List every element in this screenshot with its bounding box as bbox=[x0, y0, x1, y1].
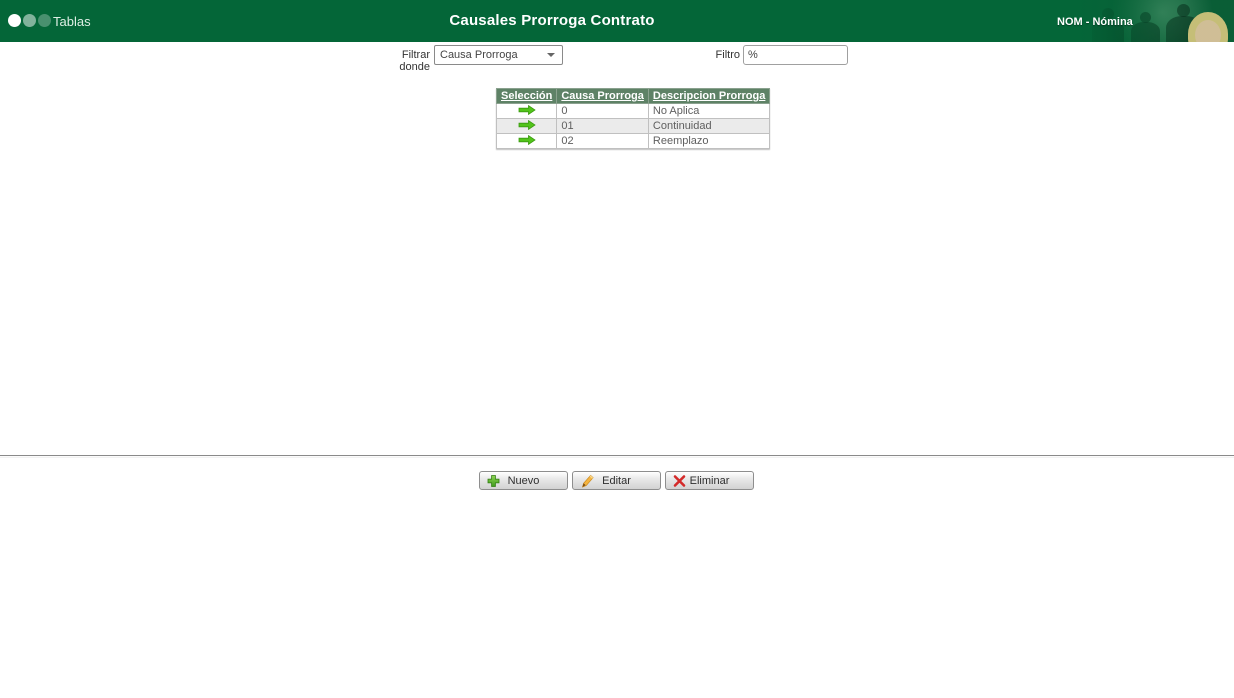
filter-column-select[interactable]: Causa Prorroga bbox=[434, 45, 563, 65]
filter-value-label: Filtro bbox=[715, 49, 740, 61]
filter-column-select-value: Causa Prorroga bbox=[440, 49, 518, 61]
filter-row: Filtrar donde Causa Prorroga Filtro bbox=[0, 44, 1234, 73]
cell-descripcion: Reemplazo bbox=[647, 133, 771, 149]
select-row-button[interactable] bbox=[495, 133, 558, 149]
edit-button-label: Editar bbox=[602, 474, 631, 487]
green-arrow-icon bbox=[518, 134, 536, 145]
action-buttons-bar: Nuevo Editar Eliminar bbox=[479, 471, 754, 490]
footer-separator bbox=[0, 455, 1234, 458]
cell-causa: 01 bbox=[556, 118, 649, 134]
column-header-descripcion[interactable]: Descripcion Prorroga bbox=[647, 88, 771, 104]
table-row: 02 Reemplazo bbox=[495, 133, 771, 149]
column-header-seleccion[interactable]: Selección bbox=[495, 88, 558, 104]
top-header-bar: Tablas Causales Prorroga Contrato NOM - … bbox=[0, 0, 1234, 42]
red-x-icon bbox=[673, 474, 686, 487]
chevron-down-icon bbox=[547, 53, 555, 57]
cell-descripcion: Continuidad bbox=[647, 118, 771, 134]
plus-icon bbox=[487, 474, 500, 487]
new-button[interactable]: Nuevo bbox=[479, 471, 568, 490]
new-button-label: Nuevo bbox=[507, 474, 540, 487]
delete-button[interactable]: Eliminar bbox=[665, 471, 754, 490]
edit-button[interactable]: Editar bbox=[572, 471, 661, 490]
causales-table: Selección Causa Prorroga Descripcion Pro… bbox=[495, 88, 771, 149]
select-row-button[interactable] bbox=[495, 103, 558, 119]
pencil-icon bbox=[580, 474, 594, 488]
cell-causa: 02 bbox=[556, 133, 649, 149]
page: Tablas Causales Prorroga Contrato NOM - … bbox=[0, 0, 1234, 698]
table-header-row: Selección Causa Prorroga Descripcion Pro… bbox=[495, 88, 771, 104]
select-row-button[interactable] bbox=[495, 118, 558, 134]
cell-causa: 0 bbox=[556, 103, 649, 119]
table-row: 01 Continuidad bbox=[495, 118, 771, 134]
column-header-causa[interactable]: Causa Prorroga bbox=[556, 88, 649, 104]
table-row: 0 No Aplica bbox=[495, 103, 771, 119]
module-label: NOM - Nómina bbox=[1057, 16, 1133, 28]
filter-where-label: Filtrar donde bbox=[399, 49, 430, 73]
green-arrow-icon bbox=[518, 104, 536, 115]
page-title: Causales Prorroga Contrato bbox=[449, 12, 655, 29]
filter-value-input[interactable] bbox=[743, 45, 848, 65]
green-arrow-icon bbox=[518, 119, 536, 130]
delete-button-label: Eliminar bbox=[689, 474, 730, 487]
cell-descripcion: No Aplica bbox=[647, 103, 771, 119]
